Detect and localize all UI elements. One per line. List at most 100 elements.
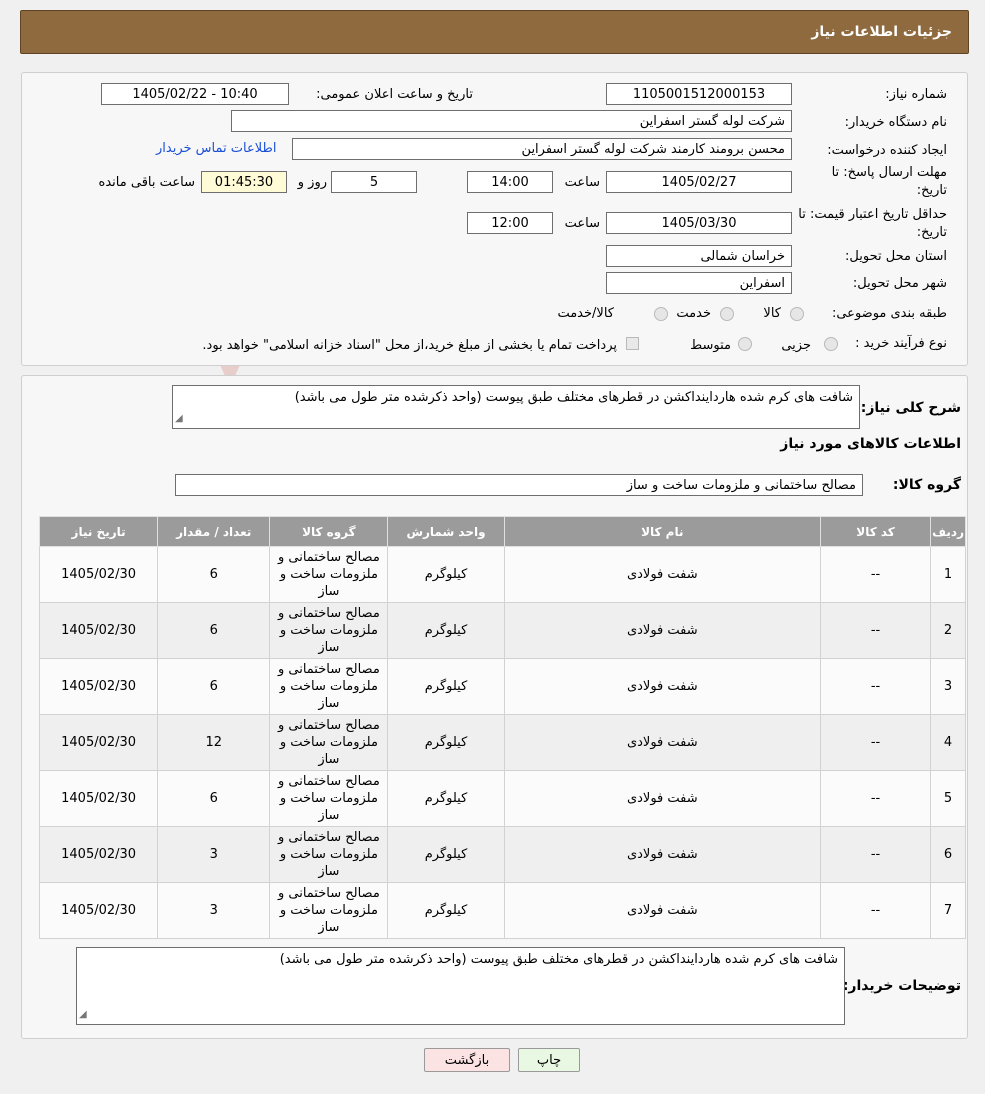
cell-group: مصالح ساختمانی و ملزومات ساخت و ساز bbox=[269, 602, 389, 659]
cell-name: شفت فولادی bbox=[503, 826, 821, 883]
buyer-notes-textarea[interactable]: شافت های کرم شده هارداینداکشن در قطرهای … bbox=[76, 947, 845, 1025]
buyer-contact-link[interactable]: اطلاعات تماس خریدار bbox=[156, 141, 276, 156]
cell-date: 1405/02/30 bbox=[38, 714, 159, 771]
cell-group: مصالح ساختمانی و ملزومات ساخت و ساز bbox=[269, 770, 389, 827]
cell-code: -- bbox=[819, 826, 932, 883]
cell-date: 1405/02/30 bbox=[38, 826, 159, 883]
remaining-time-field: 01:45:30 bbox=[201, 171, 287, 193]
process-radio-medium[interactable] bbox=[738, 337, 752, 351]
cell-code: -- bbox=[819, 714, 932, 771]
summary-textarea[interactable]: شافت های کرم شده هارداینداکشن در قطرهای … bbox=[172, 385, 860, 429]
category-radio-goods[interactable] bbox=[790, 307, 804, 321]
table-row: 7 -- شفت فولادی کیلوگرم مصالح ساختمانی و… bbox=[38, 882, 966, 939]
cell-name: شفت فولادی bbox=[503, 602, 821, 659]
cell-qty: 6 bbox=[157, 658, 271, 715]
remaining-label: ساعت باقی مانده bbox=[98, 175, 195, 190]
province-field: خراسان شمالی bbox=[606, 245, 792, 267]
validity-time-field: 12:00 bbox=[467, 212, 553, 234]
buyer-notes-label: توضیحات خریدار: bbox=[842, 978, 961, 994]
cell-name: شفت فولادی bbox=[503, 658, 821, 715]
col-row: ردیف bbox=[930, 516, 966, 547]
announce-label: تاریخ و ساعت اعلان عمومی: bbox=[316, 87, 473, 102]
cell-date: 1405/02/30 bbox=[38, 882, 159, 939]
goods-table: ردیف کد کالا نام کالا واحد شمارش گروه کا… bbox=[38, 516, 966, 939]
process-label: نوع فرآیند خرید : bbox=[855, 336, 947, 351]
col-name: نام کالا bbox=[503, 516, 821, 547]
table-row: 4 -- شفت فولادی کیلوگرم مصالح ساختمانی و… bbox=[38, 714, 966, 771]
cell-group: مصالح ساختمانی و ملزومات ساخت و ساز bbox=[269, 714, 389, 771]
category-radio-service[interactable] bbox=[720, 307, 734, 321]
deadline-time-label: ساعت bbox=[564, 175, 600, 190]
cell-unit: کیلوگرم bbox=[387, 546, 505, 603]
need-number-label: شماره نیاز: bbox=[885, 87, 947, 102]
treasury-note: پرداخت تمام یا بخشی از مبلغ خرید،از محل … bbox=[202, 338, 617, 353]
cell-unit: کیلوگرم bbox=[387, 826, 505, 883]
cell-group: مصالح ساختمانی و ملزومات ساخت و ساز bbox=[269, 658, 389, 715]
col-date: تاریخ نیاز bbox=[38, 516, 159, 547]
cell-name: شفت فولادی bbox=[503, 770, 821, 827]
cell-qty: 3 bbox=[157, 882, 271, 939]
cell-name: شفت فولادی bbox=[503, 714, 821, 771]
days-label: روز و bbox=[297, 175, 327, 190]
deadline-date-field: 1405/02/27 bbox=[606, 171, 792, 193]
validity-label: حداقل تاریخ اعتبار قیمت: تا bbox=[798, 207, 947, 222]
print-button[interactable]: چاپ bbox=[518, 1048, 580, 1072]
cell-unit: کیلوگرم bbox=[387, 770, 505, 827]
cell-date: 1405/02/30 bbox=[38, 658, 159, 715]
details-panel: شرح کلی نیاز: شافت های کرم شده هاردایندا… bbox=[21, 375, 968, 1039]
cell-qty: 6 bbox=[157, 546, 271, 603]
category-option-goods: کالا bbox=[763, 306, 781, 321]
col-code: کد کالا bbox=[819, 516, 932, 547]
cell-date: 1405/02/30 bbox=[38, 546, 159, 603]
page-title: جزئیات اطلاعات نیاز bbox=[811, 24, 952, 40]
cell-code: -- bbox=[819, 882, 932, 939]
buyer-field: شرکت لوله گستر اسفراین bbox=[231, 110, 792, 132]
resize-handle-icon[interactable]: ◢ bbox=[175, 410, 183, 427]
cell-row: 6 bbox=[930, 826, 966, 883]
page-header: جزئیات اطلاعات نیاز bbox=[20, 10, 969, 54]
cell-group: مصالح ساختمانی و ملزومات ساخت و ساز bbox=[269, 826, 389, 883]
info-panel: شماره نیاز: 1105001512000153 تاریخ و ساع… bbox=[21, 72, 968, 366]
treasury-checkbox[interactable] bbox=[626, 337, 639, 350]
process-option-minor: جزیی bbox=[781, 338, 811, 353]
col-group: گروه کالا bbox=[269, 516, 389, 547]
table-row: 1 -- شفت فولادی کیلوگرم مصالح ساختمانی و… bbox=[38, 546, 966, 603]
creator-label: ایجاد کننده درخواست: bbox=[827, 143, 947, 158]
resize-handle-icon[interactable]: ◢ bbox=[79, 1006, 87, 1023]
cell-name: شفت فولادی bbox=[503, 546, 821, 603]
cell-qty: 3 bbox=[157, 826, 271, 883]
deadline-time-field: 14:00 bbox=[467, 171, 553, 193]
announce-field: 1405/02/22 - 10:40 bbox=[101, 83, 289, 105]
back-button[interactable]: بازگشت bbox=[424, 1048, 510, 1072]
cell-unit: کیلوگرم bbox=[387, 714, 505, 771]
process-radio-minor[interactable] bbox=[824, 337, 838, 351]
table-row: 6 -- شفت فولادی کیلوگرم مصالح ساختمانی و… bbox=[38, 826, 966, 883]
cell-row: 4 bbox=[930, 714, 966, 771]
cell-unit: کیلوگرم bbox=[387, 602, 505, 659]
days-field: 5 bbox=[331, 171, 417, 193]
cell-date: 1405/02/30 bbox=[38, 770, 159, 827]
summary-label: شرح کلی نیاز: bbox=[860, 400, 961, 416]
validity-time-label: ساعت bbox=[564, 216, 600, 231]
cell-qty: 6 bbox=[157, 602, 271, 659]
cell-row: 5 bbox=[930, 770, 966, 827]
goods-info-title: اطلاعات کالاهای مورد نیاز bbox=[780, 436, 961, 452]
city-label: شهر محل تحویل: bbox=[852, 276, 947, 291]
cell-unit: کیلوگرم bbox=[387, 882, 505, 939]
cell-unit: کیلوگرم bbox=[387, 658, 505, 715]
summary-text: شافت های کرم شده هارداینداکشن در قطرهای … bbox=[294, 390, 853, 405]
cell-date: 1405/02/30 bbox=[38, 602, 159, 659]
cell-code: -- bbox=[819, 602, 932, 659]
cell-row: 2 bbox=[930, 602, 966, 659]
category-radio-goods-service[interactable] bbox=[654, 307, 668, 321]
category-label: طبقه بندی موضوعی: bbox=[831, 306, 947, 321]
validity-date-field: 1405/03/30 bbox=[606, 212, 792, 234]
creator-field: محسن برومند کارمند شرکت لوله گستر اسفرای… bbox=[292, 138, 792, 160]
category-option-service: خدمت bbox=[676, 306, 711, 321]
process-option-medium: متوسط bbox=[690, 338, 731, 353]
cell-name: شفت فولادی bbox=[503, 882, 821, 939]
table-row: 2 -- شفت فولادی کیلوگرم مصالح ساختمانی و… bbox=[38, 602, 966, 659]
table-row: 3 -- شفت فولادی کیلوگرم مصالح ساختمانی و… bbox=[38, 658, 966, 715]
cell-row: 3 bbox=[930, 658, 966, 715]
table-header-row: ردیف کد کالا نام کالا واحد شمارش گروه کا… bbox=[38, 516, 966, 547]
